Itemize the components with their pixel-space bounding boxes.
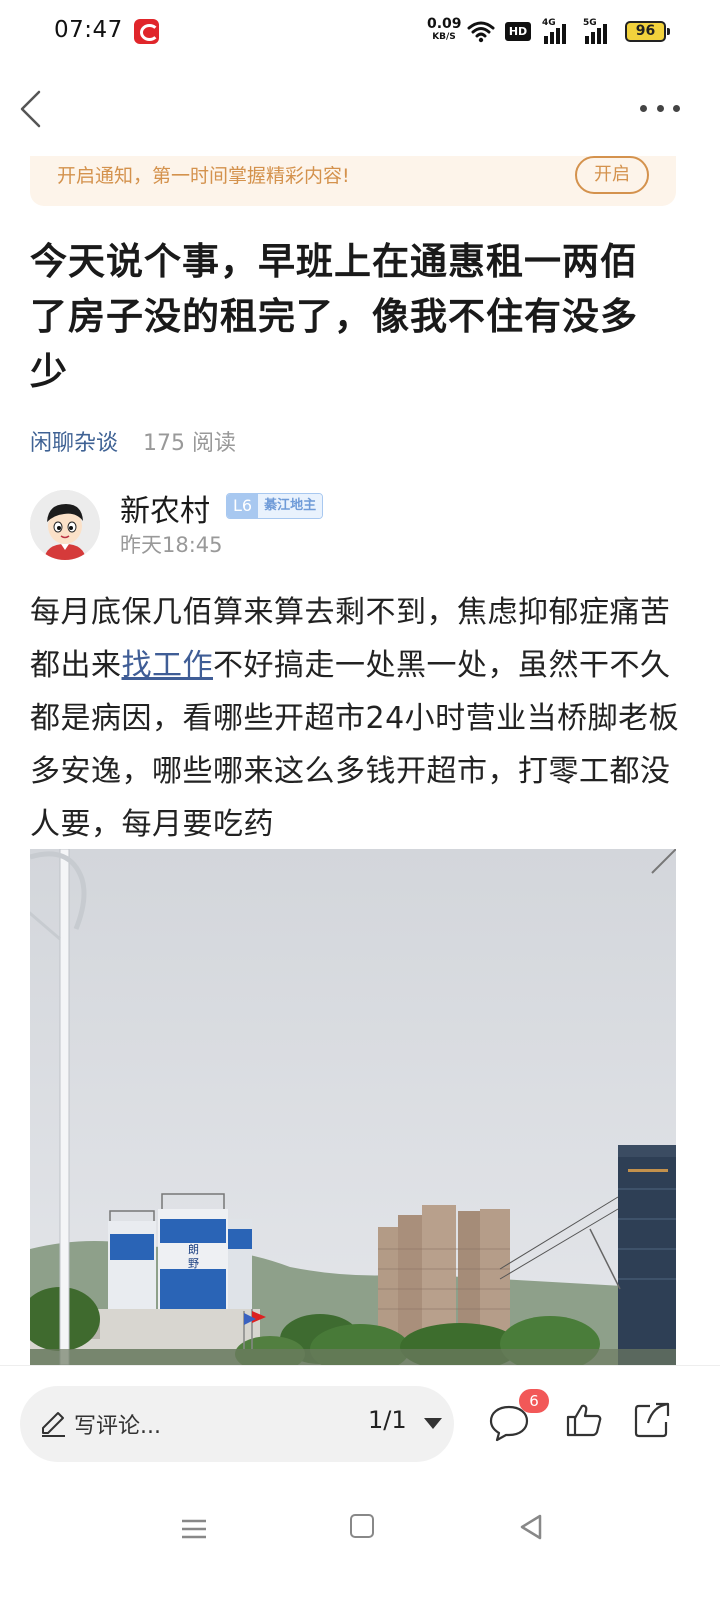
post-time: 昨天18:45 (120, 533, 223, 557)
bottom-action-bar: 写评论... 1/1 6 (0, 1365, 720, 1480)
comment-input[interactable]: 写评论... 1/1 (20, 1386, 454, 1462)
read-count: 175 阅读 (143, 431, 237, 456)
back-icon[interactable] (18, 89, 48, 129)
network-speed-unit: KB/S (432, 32, 456, 42)
battery-icon: 96 (625, 21, 670, 42)
app-notification-icon (134, 19, 159, 44)
author-level-badge: L6 綦江地主 (226, 493, 324, 519)
notification-text: 开启通知，第一时间掌握精彩内容! (57, 165, 350, 187)
avatar-cartoon-icon (30, 490, 100, 560)
pencil-icon (42, 1412, 65, 1437)
signal-4g-icon: 4G (542, 18, 574, 44)
home-icon[interactable] (350, 1514, 374, 1538)
page-indicator[interactable]: 1/1 (368, 1406, 407, 1434)
wifi-icon (467, 21, 495, 43)
post-body: 每月底保几佰算来算去剩不到，焦虑抑郁症痛苦都出来找工作不好搞走一处黑一处，虽然干… (30, 586, 680, 851)
signal-5g-icon: 5G (583, 18, 615, 44)
post-photo[interactable]: 朗 野 (30, 849, 676, 1365)
system-navigation-bar (0, 1480, 720, 1600)
enable-notification-button[interactable]: 开启 (575, 156, 649, 194)
network-speed-value: 0.09 (427, 16, 462, 32)
hd-icon: HD (505, 22, 531, 41)
silo-sign-1: 朗 (188, 1243, 199, 1256)
notification-banner: 开启通知，第一时间掌握精彩内容! 开启 (30, 156, 676, 206)
share-icon[interactable] (633, 1401, 671, 1439)
author-avatar[interactable] (30, 490, 100, 560)
network-speed: 0.09 KB/S (427, 16, 462, 44)
author-name[interactable]: 新农村 (120, 486, 210, 530)
find-job-link[interactable]: 找工作 (122, 648, 214, 683)
status-bar: 07:47 0.09 KB/S HD 4G 5G 96 (0, 0, 720, 64)
comment-count-badge: 6 (519, 1389, 549, 1413)
category-link[interactable]: 闲聊杂谈 (30, 431, 118, 456)
silo-sign-2: 野 (188, 1257, 199, 1270)
like-icon[interactable] (566, 1402, 602, 1438)
level-title: 綦江地主 (258, 494, 323, 518)
status-time: 07:47 (54, 17, 123, 43)
comment-placeholder: 写评论... (74, 1414, 161, 1439)
post-title: 今天说个事，早班上在通惠租一两佰了房子没的租完了，像我不住有没多少 (30, 240, 638, 393)
photo-scene: 朗 野 (30, 849, 676, 1365)
post-meta: 闲聊杂谈 175 阅读 (30, 425, 236, 457)
menu-icon[interactable] (180, 1515, 208, 1543)
nav-back-icon[interactable] (518, 1513, 544, 1541)
chevron-down-icon[interactable] (424, 1418, 442, 1429)
level-number: L6 (227, 494, 259, 518)
more-icon[interactable] (640, 102, 680, 116)
